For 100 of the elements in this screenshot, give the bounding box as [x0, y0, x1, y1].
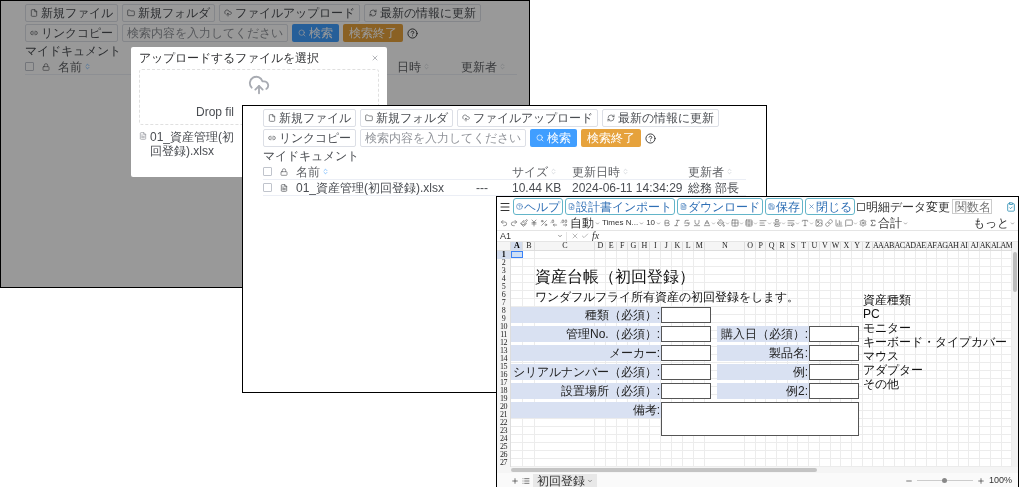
- more-dropdown[interactable]: もっと: [972, 217, 1016, 229]
- row-header[interactable]: 7: [501, 299, 506, 307]
- input-field[interactable]: [809, 364, 859, 380]
- column-header[interactable]: 名前: [296, 165, 329, 178]
- undo-icon[interactable]: [500, 219, 508, 227]
- column-header[interactable]: C: [562, 242, 567, 250]
- column-header[interactable]: AM: [1000, 242, 1013, 250]
- toolbar-button[interactable]: リンクコピー: [263, 129, 356, 147]
- confirm-icon[interactable]: [581, 232, 589, 240]
- toolbar-button[interactable]: 新規フォルダ: [122, 4, 215, 22]
- select-all-checkbox[interactable]: [25, 62, 34, 71]
- column-header[interactable]: K: [674, 242, 680, 250]
- row-header[interactable]: 11: [500, 331, 507, 339]
- row-header[interactable]: 9: [501, 315, 506, 323]
- text-area[interactable]: [661, 402, 859, 436]
- column-header[interactable]: V: [822, 242, 828, 250]
- cancel-icon[interactable]: [571, 232, 579, 240]
- toolbar-button[interactable]: 新規ファイル: [25, 4, 118, 22]
- breadcrumb[interactable]: マイドキュメント: [25, 44, 121, 58]
- vertical-scrollbar[interactable]: [1012, 242, 1018, 467]
- toolbar-button[interactable]: リンクコピー: [25, 24, 118, 42]
- column-header[interactable]: U: [811, 242, 817, 250]
- table-cell[interactable]: 01_資産管理(初回登録).xlsx: [296, 181, 444, 194]
- row-header[interactable]: 2: [501, 259, 506, 267]
- input-field[interactable]: [809, 383, 859, 399]
- column-header[interactable]: G: [630, 242, 636, 250]
- row-header[interactable]: 26: [500, 451, 507, 459]
- column-header[interactable]: W: [831, 242, 839, 250]
- toolbar-button[interactable]: 設計書インポート: [565, 198, 675, 215]
- redo-icon[interactable]: [510, 219, 518, 227]
- row-header[interactable]: 20: [500, 403, 507, 411]
- column-header[interactable]: I: [653, 242, 657, 250]
- strikethrough-icon[interactable]: [683, 219, 692, 227]
- align-left-dropdown[interactable]: [758, 219, 773, 227]
- toolbar-button[interactable]: 新規ファイル: [263, 109, 356, 127]
- text-color-dropdown[interactable]: [702, 219, 717, 227]
- add-sheet-icon[interactable]: [511, 476, 519, 485]
- zoom-slider[interactable]: [916, 477, 973, 484]
- column-header[interactable]: H: [641, 242, 647, 250]
- sheet-list-icon[interactable]: [522, 476, 530, 485]
- zoom-slider-thumb[interactable]: [942, 478, 948, 483]
- checkbox-square[interactable]: [857, 202, 865, 211]
- column-header[interactable]: S: [790, 242, 795, 250]
- row-header[interactable]: 13: [500, 347, 507, 355]
- toolbar-button[interactable]: ファイルアップロード: [457, 109, 598, 127]
- row-header[interactable]: 8: [501, 307, 506, 315]
- toolbar-button[interactable]: 最新の情報に更新: [364, 4, 481, 22]
- input-field[interactable]: [661, 345, 711, 361]
- row-header[interactable]: 5: [501, 283, 506, 291]
- toolbar-button[interactable]: 最新の情報に更新: [602, 109, 719, 127]
- column-header[interactable]: J: [664, 242, 668, 250]
- column-header[interactable]: B: [526, 242, 531, 250]
- column-header[interactable]: L: [685, 242, 691, 250]
- row-header[interactable]: 24: [500, 435, 507, 443]
- row-header[interactable]: 3: [501, 267, 506, 275]
- toolbar-button[interactable]: ヘルプ: [513, 198, 563, 215]
- toolbar-button[interactable]: 保存: [765, 198, 803, 215]
- decrease-decimal-icon[interactable]: [550, 219, 558, 227]
- row-header[interactable]: 10: [500, 323, 507, 331]
- column-header[interactable]: サイズ: [512, 165, 557, 178]
- row-header[interactable]: 21: [500, 411, 507, 419]
- column-header[interactable]: AA: [872, 242, 884, 250]
- increase-decimal-icon[interactable]: [560, 219, 568, 227]
- row-header[interactable]: 27: [500, 459, 507, 467]
- column-header[interactable]: AK: [979, 242, 991, 250]
- percent-icon[interactable]: [540, 219, 548, 227]
- paint-format-icon[interactable]: [520, 219, 528, 227]
- toolbar-button[interactable]: ダウンロード: [677, 198, 763, 215]
- column-header[interactable]: Q: [768, 242, 774, 250]
- detail-data-checkbox[interactable]: 明細データ変更: [857, 200, 950, 213]
- fill-color-dropdown[interactable]: [716, 219, 731, 227]
- column-header[interactable]: AI: [959, 242, 968, 250]
- row-header[interactable]: 15: [500, 363, 507, 371]
- bold-icon[interactable]: [663, 219, 672, 227]
- horizontal-scrollbar[interactable]: [497, 467, 1018, 473]
- row-header[interactable]: 22: [500, 419, 507, 427]
- underline-icon[interactable]: [693, 219, 702, 227]
- column-header[interactable]: 日時: [397, 60, 430, 73]
- file-name[interactable]: 01_資産管理(初回登録).xlsx: [150, 130, 242, 158]
- selected-cell[interactable]: [511, 251, 523, 258]
- column-header[interactable]: AL: [990, 242, 1001, 250]
- column-header[interactable]: X: [843, 242, 849, 250]
- row-header[interactable]: 4: [501, 275, 506, 283]
- row-header[interactable]: 19: [500, 395, 507, 403]
- menu-icon[interactable]: [499, 200, 511, 213]
- link-icon[interactable]: [825, 219, 834, 227]
- comment-dropdown[interactable]: [844, 219, 859, 227]
- italic-icon[interactable]: [673, 219, 682, 227]
- column-header[interactable]: M: [695, 242, 703, 250]
- column-header[interactable]: AB: [883, 242, 894, 250]
- select-all-checkbox[interactable]: [263, 167, 272, 176]
- breadcrumb[interactable]: マイドキュメント: [263, 149, 359, 163]
- row-header[interactable]: 6: [501, 291, 506, 299]
- sum-dropdown[interactable]: 合計: [868, 217, 910, 229]
- column-header[interactable]: E: [608, 242, 614, 250]
- column-header[interactable]: AJ: [970, 242, 979, 250]
- row-header[interactable]: 23: [500, 427, 507, 435]
- zoom-in-icon[interactable]: [976, 476, 985, 485]
- row-header[interactable]: 16: [500, 371, 507, 379]
- text-wrap-dropdown[interactable]: [786, 219, 801, 227]
